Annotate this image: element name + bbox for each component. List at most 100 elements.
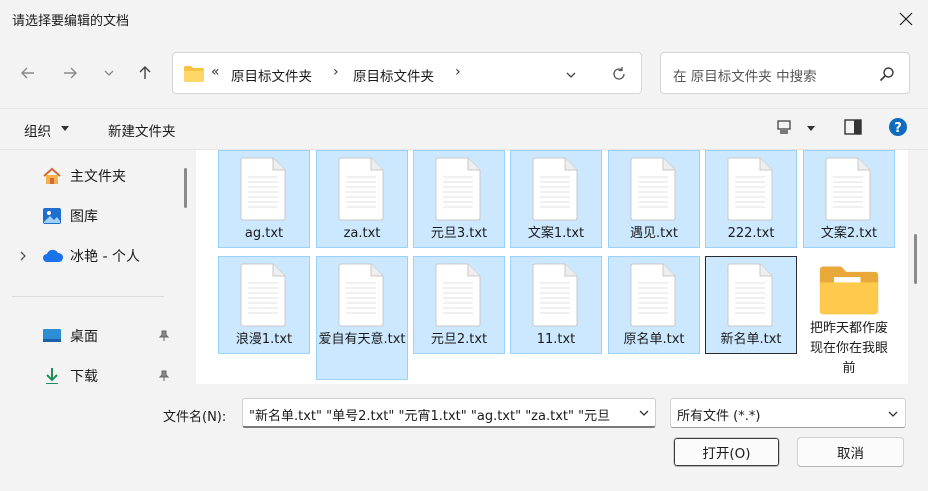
cloud-icon — [43, 249, 64, 262]
chevron-down-icon — [888, 411, 898, 417]
file-type-value: 所有文件 (*.*) — [677, 409, 761, 424]
breadcrumb-1[interactable]: 原目标文件夹 — [231, 65, 312, 85]
back-button[interactable] — [14, 59, 42, 87]
file-item[interactable]: za.txt — [316, 150, 408, 248]
chevron-down-icon[interactable] — [565, 69, 577, 81]
download-icon — [46, 368, 58, 384]
file-name: 11.txt — [536, 332, 576, 347]
arrow-up-icon — [139, 66, 151, 79]
gallery-icon — [43, 208, 61, 224]
folder-icon — [184, 66, 204, 82]
sidebar-item-gallery[interactable]: 图库 — [0, 201, 182, 231]
navigation-pane[interactable]: 主文件夹 图库 冰艳 - 个人 桌面 下载 — [0, 150, 196, 384]
text-file-icon — [338, 157, 384, 221]
view-options-icon[interactable] — [776, 119, 792, 135]
file-list-scrollbar[interactable] — [914, 234, 917, 284]
text-file-icon — [727, 263, 773, 327]
file-type-select[interactable]: 所有文件 (*.*) — [670, 398, 906, 428]
chevron-down-icon — [639, 410, 649, 416]
text-file-icon — [630, 157, 676, 221]
file-item[interactable]: 原名单.txt — [608, 256, 700, 354]
sidebar-item-downloads[interactable]: 下载 — [0, 361, 182, 384]
folder-icon — [819, 266, 879, 315]
file-item[interactable]: 遇见.txt — [608, 150, 700, 248]
title-bar — [0, 0, 928, 38]
help-icon[interactable]: ? — [888, 117, 908, 137]
caret-down-icon[interactable] — [806, 125, 816, 133]
chevron-down-icon — [104, 70, 114, 76]
overflow-chevron[interactable]: « — [211, 64, 220, 80]
desktop-icon — [43, 329, 61, 342]
file-name: 新名单.txt — [720, 332, 782, 347]
file-name: ag.txt — [244, 226, 284, 241]
cancel-button[interactable]: 取消 — [797, 437, 904, 467]
breadcrumb-separator-icon: › — [333, 64, 339, 80]
sidebar-item-home[interactable]: 主文件夹 — [0, 161, 182, 191]
refresh-icon[interactable] — [611, 66, 627, 82]
file-name: 原名单.txt — [623, 332, 685, 347]
file-item[interactable]: 11.txt — [510, 256, 602, 354]
svg-text:?: ? — [894, 121, 902, 136]
file-name: 文案2.txt — [820, 226, 878, 241]
breadcrumb-separator-icon[interactable]: › — [455, 64, 461, 80]
file-name: 遇见.txt — [629, 226, 679, 241]
text-file-icon — [240, 263, 286, 327]
sidebar-divider — [12, 296, 164, 297]
sidebar-item-onedrive[interactable]: 冰艳 - 个人 — [0, 241, 182, 271]
file-item[interactable]: 元旦2.txt — [413, 256, 505, 354]
file-name: 把昨天都作废现在你在我眼前 — [809, 321, 888, 376]
search-input[interactable]: 在 原目标文件夹 中搜索 — [673, 65, 817, 85]
text-file-icon — [630, 263, 676, 327]
organize-button[interactable]: 组织 — [24, 120, 51, 140]
file-name: za.txt — [343, 226, 381, 241]
file-list[interactable]: ag.txt za.txt 元旦3.txt 文案1.txt 遇见.txt 222.txt 文… — [196, 150, 908, 384]
text-file-icon — [532, 263, 578, 327]
file-name: 元旦2.txt — [430, 332, 488, 347]
file-name: 浪漫1.txt — [235, 332, 293, 347]
file-item[interactable]: ag.txt — [218, 150, 310, 248]
text-file-icon — [435, 157, 481, 221]
address-bar[interactable]: « 原目标文件夹 › 原目标文件夹 › — [172, 52, 642, 94]
chevron-right-icon[interactable] — [18, 250, 28, 262]
search-icon[interactable] — [879, 66, 895, 82]
filename-label: 文件名(N): — [163, 410, 227, 425]
sidebar-scrollbar[interactable] — [184, 168, 187, 208]
file-name: 爱自有天意.txt — [318, 332, 406, 347]
preview-pane-icon[interactable] — [844, 119, 862, 135]
new-folder-button[interactable]: 新建文件夹 — [108, 120, 176, 140]
filename-history-button[interactable] — [633, 399, 655, 426]
recent-locations-button[interactable] — [95, 59, 123, 87]
folder-item[interactable]: 把昨天都作废现在你在我眼前 — [803, 256, 895, 380]
filename-value: "新名单.txt" "单号2.txt" "元宵1.txt" "ag.txt" "… — [249, 409, 611, 424]
file-name: 222.txt — [727, 226, 775, 241]
window-title: 请选择要编辑的文档 — [12, 14, 130, 29]
arrow-left-icon — [21, 67, 34, 79]
breadcrumb-2[interactable]: 原目标文件夹 — [353, 65, 434, 85]
filename-input[interactable]: "新名单.txt" "单号2.txt" "元宵1.txt" "ag.txt" "… — [242, 398, 656, 428]
text-file-icon — [240, 157, 286, 221]
sidebar-item-desktop[interactable]: 桌面 — [0, 321, 182, 351]
file-item[interactable]: 文案1.txt — [510, 150, 602, 248]
file-name: 元旦3.txt — [430, 226, 488, 241]
pin-icon[interactable] — [158, 330, 170, 342]
pin-icon[interactable] — [158, 370, 170, 382]
file-item[interactable]: 爱自有天意.txt — [316, 256, 408, 380]
file-item[interactable]: 浪漫1.txt — [218, 256, 310, 354]
file-item[interactable]: 文案2.txt — [803, 150, 895, 248]
up-button[interactable] — [131, 59, 159, 87]
close-icon — [899, 12, 913, 26]
file-item[interactable]: 元旦3.txt — [413, 150, 505, 248]
text-file-icon — [532, 157, 578, 221]
open-button[interactable]: 打开(O) — [673, 437, 780, 467]
file-name: 文案1.txt — [527, 226, 585, 241]
forward-button[interactable] — [56, 59, 84, 87]
file-item[interactable]: 222.txt — [705, 150, 797, 248]
text-file-icon — [825, 157, 871, 221]
arrow-right-icon — [64, 67, 77, 79]
search-box[interactable]: 在 原目标文件夹 中搜索 — [660, 52, 910, 94]
text-file-icon — [435, 263, 481, 327]
caret-down-icon[interactable] — [60, 125, 70, 133]
file-item[interactable]: 新名单.txt — [705, 256, 797, 354]
text-file-icon — [727, 157, 773, 221]
close-button[interactable] — [890, 4, 922, 34]
